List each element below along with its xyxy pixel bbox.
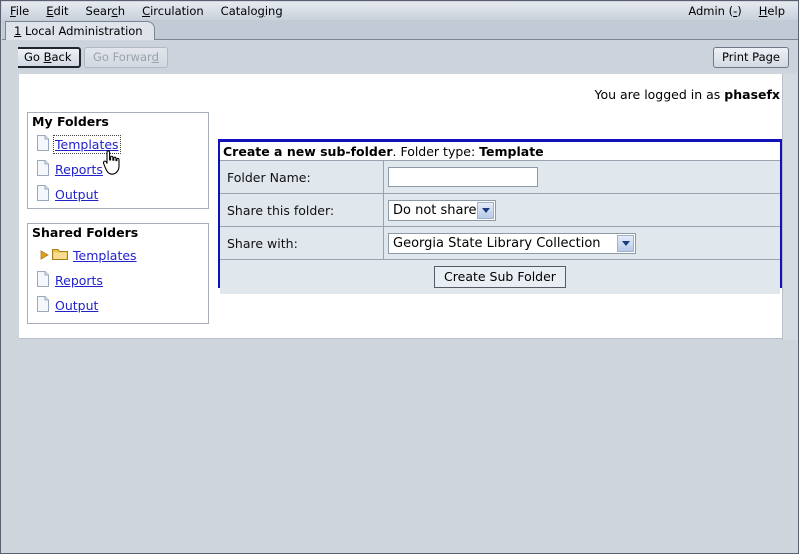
shared-folders-item-label: Output (55, 298, 98, 313)
menu-item-circulation[interactable]: Circulation (134, 3, 213, 19)
shared-folders-title: Shared Folders (28, 224, 208, 243)
form-row-share-with: Share with: Georgia State Library Collec… (220, 227, 780, 260)
menu-item-cataloging[interactable]: Cataloging (213, 3, 292, 19)
shared-folders-item-templates[interactable]: Templates (28, 243, 208, 268)
shared-folders-item-reports[interactable]: Reports (28, 268, 208, 293)
folder-name-input[interactable] (388, 167, 538, 187)
navigation-toolbar: Go Back Go Forward Print Page (2, 41, 799, 71)
create-subfolder-form: Create a new sub-folder. Folder type: Te… (218, 139, 782, 288)
chevron-down-icon[interactable] (477, 202, 494, 219)
document-icon (36, 271, 50, 290)
page-content: You are logged in as phasefx My Folders … (19, 76, 783, 339)
tab-title: Local Administration (25, 24, 143, 38)
page-vertical-scrollbar[interactable] (782, 74, 797, 340)
print-page-button[interactable]: Print Page (713, 47, 789, 68)
menu-item-admin[interactable]: Admin (-) (680, 3, 750, 19)
chevron-down-icon[interactable] (617, 235, 634, 252)
my-folders-item-label: Templates (55, 137, 119, 152)
shared-folders-item-label: Reports (55, 273, 103, 288)
form-header-mid: . Folder type: (393, 144, 480, 159)
menu-bar: File Edit Search Circulation Cataloging … (2, 2, 799, 20)
my-folders-item-output[interactable]: Output (28, 182, 208, 207)
share-with-label: Share with: (220, 227, 384, 260)
share-with-field-cell: Georgia State Library Collection (384, 227, 780, 260)
my-folders-title: My Folders (28, 113, 208, 132)
my-folders-item-reports[interactable]: Reports (28, 157, 208, 182)
document-icon (36, 296, 50, 315)
go-forward-button: Go Forward (84, 47, 168, 68)
go-back-button[interactable]: Go Back (15, 47, 81, 68)
menu-item-help[interactable]: Help (751, 3, 799, 19)
document-icon (36, 185, 50, 204)
form-header-type: Template (479, 144, 544, 159)
document-icon (36, 160, 50, 179)
my-folders-panel: My Folders Templates Reports (27, 112, 209, 209)
folder-name-field-cell (384, 161, 780, 194)
folder-name-label: Folder Name: (220, 161, 384, 194)
document-icon (36, 135, 50, 154)
menu-item-file[interactable]: File (2, 3, 38, 19)
shared-folders-panel: Shared Folders Templates (27, 223, 209, 324)
menu-item-search[interactable]: Search (78, 3, 135, 19)
tab-strip: 1 Local Administration (2, 20, 799, 40)
create-sub-folder-button[interactable]: Create Sub Folder (434, 266, 566, 288)
tab-local-administration[interactable]: 1 Local Administration (5, 21, 155, 40)
share-this-folder-value: Do not share (393, 203, 477, 218)
menu-item-edit[interactable]: Edit (38, 3, 77, 19)
page-bottom-filler (2, 340, 799, 554)
login-status: You are logged in as phasefx (594, 87, 780, 102)
login-username: phasefx (724, 87, 780, 102)
my-folders-item-label: Output (55, 187, 98, 202)
application-window: File Edit Search Circulation Cataloging … (0, 0, 799, 554)
share-with-select[interactable]: Georgia State Library Collection (388, 233, 636, 254)
share-this-folder-label: Share this folder: (220, 194, 384, 227)
folder-icon (52, 247, 68, 264)
share-with-value: Georgia State Library Collection (393, 236, 601, 251)
shared-folders-item-output[interactable]: Output (28, 293, 208, 318)
form-header-title: Create a new sub-folder (223, 144, 393, 159)
form-header: Create a new sub-folder. Folder type: Te… (220, 142, 780, 161)
form-row-actions: Create Sub Folder (220, 260, 780, 294)
shared-folders-item-label: Templates (73, 248, 137, 263)
my-folders-item-label: Reports (55, 162, 103, 177)
triangle-right-icon[interactable] (40, 249, 49, 263)
form-row-folder-name: Folder Name: (220, 161, 780, 194)
share-this-folder-field-cell: Do not share (384, 194, 780, 227)
my-folders-item-templates[interactable]: Templates (28, 132, 208, 157)
login-prefix: You are logged in as (594, 87, 724, 102)
form-row-share-this-folder: Share this folder: Do not share (220, 194, 780, 227)
share-this-folder-select[interactable]: Do not share (388, 200, 496, 221)
